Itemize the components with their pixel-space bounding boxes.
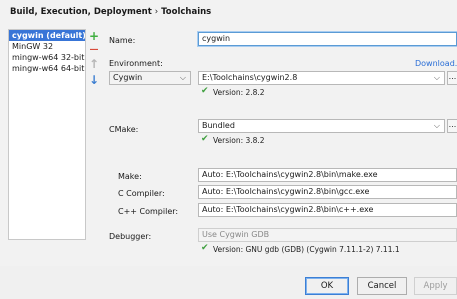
c-compiler-label: C Compiler: (118, 189, 165, 198)
make-label: Make: (118, 172, 142, 181)
breadcrumb-separator: › (154, 7, 159, 17)
environment-version: Version: 2.8.2 (213, 88, 265, 97)
checkmark-icon: ✔ (201, 86, 209, 96)
environment-path-value: E:\Toolchains\cygwin2.8 (202, 73, 298, 82)
breadcrumb-current: Toolchains (161, 7, 212, 17)
cancel-button[interactable]: Cancel (357, 277, 407, 295)
environment-path-combo[interactable]: E:\Toolchains\cygwin2.8 ⌵ (198, 71, 445, 85)
browse-environment-button[interactable]: ... (447, 71, 457, 85)
toolchain-item-mingw32[interactable]: MinGW 32 (9, 41, 85, 52)
chevron-down-icon: ⌵ (433, 73, 440, 82)
make-input[interactable]: Auto: E:\Toolchains\cygwin2.8\bin\make.e… (198, 168, 457, 182)
c-compiler-input[interactable]: Auto: E:\Toolchains\cygwin2.8\bin\gcc.ex… (198, 185, 457, 199)
cmake-label: CMake: (109, 125, 139, 134)
browse-cmake-button[interactable]: ... (447, 119, 457, 133)
download-link[interactable]: Download... (415, 59, 457, 68)
debugger-version: Version: GNU gdb (GDB) (Cygwin 7.11.1-2)… (213, 245, 400, 254)
name-input[interactable]: cygwin (198, 32, 457, 46)
add-toolchain-icon[interactable]: + (88, 30, 100, 42)
debugger-label: Debugger: (109, 232, 152, 241)
checkmark-icon: ✔ (201, 243, 209, 253)
toolchain-item-mingw-w64-32[interactable]: mingw-w64 32-bit (9, 52, 85, 63)
cmake-combo[interactable]: Bundled ⌵ (198, 119, 445, 133)
chevron-down-icon: ⌵ (179, 73, 186, 82)
name-label: Name: (109, 36, 136, 45)
cmake-value: Bundled (202, 121, 235, 130)
cmake-version: Version: 3.8.2 (213, 136, 265, 145)
cpp-compiler-input[interactable]: Auto: E:\Toolchains\cygwin2.8\bin\c++.ex… (198, 203, 457, 217)
debugger-combo[interactable]: Use Cygwin GDB (198, 228, 457, 242)
cpp-compiler-label: C++ Compiler: (118, 207, 179, 216)
move-down-icon[interactable]: ↓ (88, 74, 100, 86)
apply-button[interactable]: Apply (414, 277, 457, 295)
toolchain-item-mingw-w64-64[interactable]: mingw-w64 64-bit (9, 63, 85, 74)
toolchain-item-cygwin[interactable]: cygwin (default) (9, 30, 85, 41)
chevron-down-icon: ⌵ (433, 121, 440, 130)
toolchain-list[interactable]: cygwin (default) MinGW 32 mingw-w64 32-b… (8, 29, 86, 240)
breadcrumb: Build, Execution, Deployment › Toolchain… (10, 7, 211, 17)
move-up-icon[interactable]: ↑ (88, 58, 100, 70)
remove-toolchain-icon[interactable]: — (88, 44, 100, 56)
ok-button[interactable]: OK (305, 277, 349, 295)
environment-type-select[interactable]: Cygwin ⌵ (109, 71, 191, 85)
checkmark-icon: ✔ (201, 134, 209, 144)
environment-label: Environment: (109, 59, 163, 68)
breadcrumb-parent: Build, Execution, Deployment (10, 7, 152, 17)
environment-type-value: Cygwin (113, 73, 143, 82)
